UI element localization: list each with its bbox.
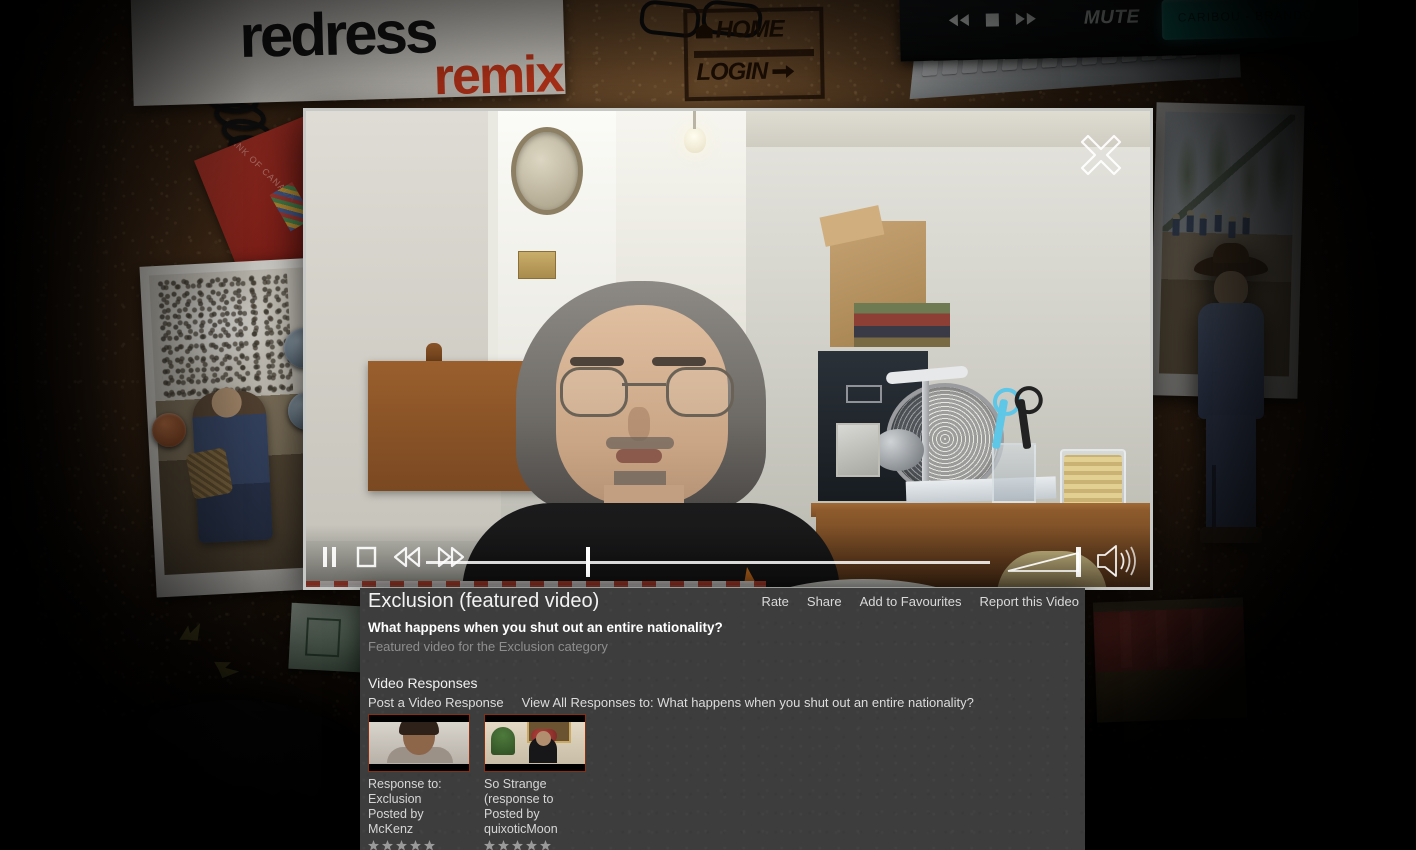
info-header: Exclusion (featured video) Rate Share Ad…: [360, 588, 1085, 618]
pen-cup: [992, 443, 1036, 503]
volume-slider-icon: [1007, 551, 1079, 572]
rate-link[interactable]: Rate: [761, 594, 788, 609]
response-title-line1: Response to:: [368, 777, 442, 791]
star-icon[interactable]: [512, 840, 523, 850]
response-thumbnail[interactable]: [368, 714, 470, 772]
star-icon[interactable]: [368, 840, 379, 850]
video-action-links[interactable]: Rate Share Add to Favourites Report this…: [761, 594, 1079, 609]
fabric-pile: [854, 303, 950, 347]
response-thumbnail-grid: Response to: Exclusion Posted by McKenz: [368, 714, 586, 850]
response-thumbnail[interactable]: [484, 714, 586, 772]
progress-scrubber[interactable]: [426, 561, 990, 564]
response-card[interactable]: Response to: Exclusion Posted by McKenz: [368, 714, 470, 850]
response-title-line2: (response to: [484, 792, 554, 806]
star-icon[interactable]: [498, 840, 509, 850]
star-icon[interactable]: [382, 840, 393, 850]
response-posted-by: Posted by McKenz: [368, 807, 424, 836]
player-controls[interactable]: [306, 539, 1150, 583]
video-info-panel: Exclusion (featured video) Rate Share Ad…: [360, 588, 1085, 850]
star-icon[interactable]: [526, 840, 537, 850]
video-subtitle: Featured video for the Exclusion categor…: [368, 639, 608, 654]
ceiling-light: [684, 111, 706, 153]
view-all-responses-link[interactable]: View All Responses to: What happens when…: [522, 695, 974, 710]
stop-icon[interactable]: [354, 545, 378, 569]
volume-control[interactable]: [1006, 541, 1136, 581]
video-frame: VOICES COMMU RIGHTS FOR ALL: [306, 111, 1150, 587]
response-title-line2: Exclusion: [368, 792, 422, 806]
response-card[interactable]: So Strange (response to Posted by quixot…: [484, 714, 586, 850]
add-to-favourites-link[interactable]: Add to Favourites: [860, 594, 962, 609]
star-icon[interactable]: [424, 840, 435, 850]
rewind-icon[interactable]: [392, 545, 422, 569]
report-video-link[interactable]: Report this Video: [980, 594, 1080, 609]
star-icon[interactable]: [484, 840, 495, 850]
page-title: Exclusion (featured video): [368, 590, 600, 612]
response-meta: Response to: Exclusion Posted by McKenz: [368, 777, 468, 837]
close-x-icon[interactable]: [1070, 125, 1132, 187]
volume-handle: [1076, 547, 1081, 577]
video-question: What happens when you shut out an entire…: [368, 620, 723, 635]
oval-mirror: [511, 127, 583, 215]
post-video-response-link[interactable]: Post a Video Response: [368, 695, 504, 710]
cracker-jar: [1060, 449, 1126, 509]
video-responses-heading: Video Responses: [368, 675, 478, 691]
fast-forward-icon[interactable]: [436, 545, 466, 569]
response-rating-stars[interactable]: [368, 840, 468, 850]
response-rating-stars[interactable]: [484, 840, 584, 850]
response-posted-by: Posted by quixoticMoon: [484, 807, 558, 836]
light-switch-plate: [518, 251, 556, 279]
progress-playhead[interactable]: [585, 547, 590, 577]
star-icon[interactable]: [540, 840, 551, 850]
star-icon[interactable]: [396, 840, 407, 850]
pause-icon[interactable]: [320, 545, 340, 569]
response-title-line1: So Strange: [484, 777, 547, 791]
speaker-icon: [1097, 545, 1136, 577]
share-link[interactable]: Share: [807, 594, 842, 609]
page-stage: BANK OF CANADA: [0, 0, 1416, 850]
response-meta: So Strange (response to Posted by quixot…: [484, 777, 584, 837]
response-links[interactable]: Post a Video Response View All Responses…: [368, 695, 974, 710]
video-player[interactable]: VOICES COMMU RIGHTS FOR ALL: [303, 108, 1153, 590]
star-icon[interactable]: [410, 840, 421, 850]
